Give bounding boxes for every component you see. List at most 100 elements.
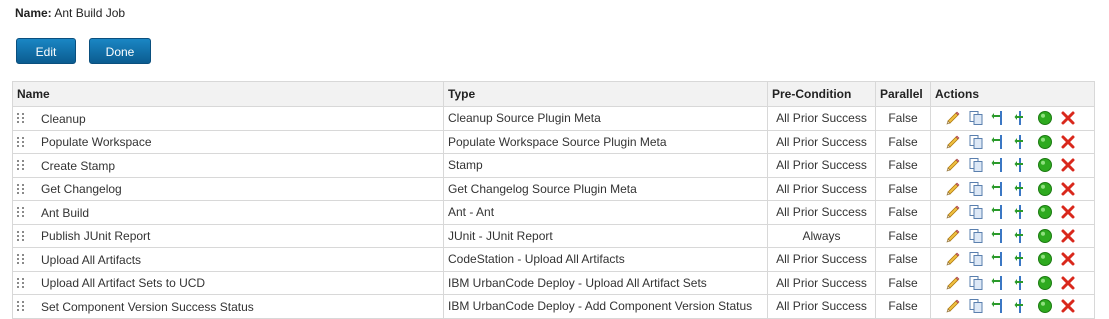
step-parallel: False [875, 106, 931, 131]
step-precondition: All Prior Success [767, 176, 876, 201]
activate-icon[interactable] [1037, 228, 1053, 244]
edit-icon[interactable] [945, 251, 961, 267]
insert-after-icon[interactable] [1014, 275, 1030, 291]
delete-icon[interactable] [1060, 228, 1076, 244]
step-actions [930, 294, 1095, 319]
drag-handle-icon[interactable] [17, 183, 25, 195]
edit-icon[interactable] [945, 157, 961, 173]
delete-icon[interactable] [1060, 157, 1076, 173]
edit-icon[interactable] [945, 181, 961, 197]
insert-before-icon[interactable] [991, 157, 1007, 173]
insert-after-icon[interactable] [1014, 134, 1030, 150]
step-parallel: False [875, 247, 931, 272]
drag-handle-icon[interactable] [17, 113, 25, 124]
delete-icon[interactable] [1060, 275, 1076, 291]
step-parallel: False [875, 223, 931, 248]
step-type: IBM UrbanCode Deploy - Upload All Artifa… [443, 270, 768, 295]
step-parallel: False [875, 270, 931, 295]
copy-icon[interactable] [968, 181, 984, 197]
activate-icon[interactable] [1037, 134, 1053, 150]
step-actions [930, 153, 1095, 178]
step-type: Get Changelog Source Plugin Meta [443, 176, 768, 201]
drag-handle-icon[interactable] [17, 254, 25, 265]
copy-icon[interactable] [968, 110, 984, 126]
step-parallel: False [875, 153, 931, 178]
step-name-cell: Get Changelog [12, 176, 444, 201]
copy-icon[interactable] [968, 298, 984, 314]
insert-after-icon[interactable] [1014, 298, 1030, 314]
insert-before-icon[interactable] [991, 251, 1007, 267]
step-type: IBM UrbanCode Deploy - Add Component Ver… [443, 294, 768, 319]
edit-icon[interactable] [945, 134, 961, 150]
step-name: Get Changelog [41, 182, 122, 197]
column-header-parallel: Parallel [875, 81, 931, 107]
table-row: Upload All Artifacts CodeStation - Uploa… [12, 247, 1095, 272]
insert-before-icon[interactable] [991, 181, 1007, 197]
copy-icon[interactable] [968, 157, 984, 173]
insert-before-icon[interactable] [991, 275, 1007, 291]
activate-icon[interactable] [1037, 110, 1053, 126]
step-precondition: Always [767, 223, 876, 248]
step-name: Create Stamp [41, 158, 116, 173]
step-type: Cleanup Source Plugin Meta [443, 106, 768, 131]
activate-icon[interactable] [1037, 251, 1053, 267]
step-name: Upload All Artifact Sets to UCD [41, 276, 206, 291]
copy-icon[interactable] [968, 228, 984, 244]
activate-icon[interactable] [1037, 181, 1053, 197]
step-name-cell: Upload All Artifact Sets to UCD [12, 270, 444, 295]
edit-icon[interactable] [945, 275, 961, 291]
insert-after-icon[interactable] [1014, 251, 1030, 267]
edit-button[interactable]: Edit [16, 38, 76, 64]
step-name: Ant Build [41, 205, 90, 220]
table-row: Get Changelog Get Changelog Source Plugi… [12, 176, 1095, 201]
activate-icon[interactable] [1037, 204, 1053, 220]
copy-icon[interactable] [968, 275, 984, 291]
delete-icon[interactable] [1060, 251, 1076, 267]
delete-icon[interactable] [1060, 298, 1076, 314]
edit-icon[interactable] [945, 298, 961, 314]
step-name-cell: Upload All Artifacts [12, 247, 444, 272]
done-button[interactable]: Done [89, 38, 151, 64]
drag-handle-icon[interactable] [17, 160, 25, 171]
drag-handle-icon[interactable] [17, 277, 25, 289]
insert-after-icon[interactable] [1014, 204, 1030, 220]
step-precondition: All Prior Success [767, 129, 876, 154]
insert-after-icon[interactable] [1014, 181, 1030, 197]
copy-icon[interactable] [968, 251, 984, 267]
delete-icon[interactable] [1060, 181, 1076, 197]
step-type: Stamp [443, 153, 768, 178]
insert-before-icon[interactable] [991, 204, 1007, 220]
activate-icon[interactable] [1037, 298, 1053, 314]
drag-handle-icon[interactable] [17, 207, 25, 218]
table-row: Cleanup Cleanup Source Plugin Meta All P… [12, 106, 1095, 131]
insert-before-icon[interactable] [991, 228, 1007, 244]
table-row: Ant Build Ant - Ant All Prior Success Fa… [12, 200, 1095, 225]
insert-after-icon[interactable] [1014, 228, 1030, 244]
drag-handle-icon[interactable] [17, 230, 25, 242]
step-type: CodeStation - Upload All Artifacts [443, 247, 768, 272]
activate-icon[interactable] [1037, 275, 1053, 291]
insert-before-icon[interactable] [991, 298, 1007, 314]
step-actions [930, 247, 1095, 272]
edit-icon[interactable] [945, 204, 961, 220]
delete-icon[interactable] [1060, 110, 1076, 126]
insert-before-icon[interactable] [991, 134, 1007, 150]
copy-icon[interactable] [968, 204, 984, 220]
edit-icon[interactable] [945, 228, 961, 244]
copy-icon[interactable] [968, 134, 984, 150]
insert-after-icon[interactable] [1014, 157, 1030, 173]
edit-icon[interactable] [945, 110, 961, 126]
column-header-precondition: Pre-Condition [767, 81, 876, 107]
activate-icon[interactable] [1037, 157, 1053, 173]
table-row: Upload All Artifact Sets to UCD IBM Urba… [12, 270, 1095, 295]
drag-handle-icon[interactable] [17, 301, 25, 312]
insert-after-icon[interactable] [1014, 110, 1030, 126]
step-name: Upload All Artifacts [41, 252, 142, 267]
delete-icon[interactable] [1060, 134, 1076, 150]
job-name-label: Name: [15, 6, 52, 20]
insert-before-icon[interactable] [991, 110, 1007, 126]
column-header-name: Name [12, 81, 444, 107]
drag-handle-icon[interactable] [17, 136, 25, 148]
delete-icon[interactable] [1060, 204, 1076, 220]
step-type: JUnit - JUnit Report [443, 223, 768, 248]
